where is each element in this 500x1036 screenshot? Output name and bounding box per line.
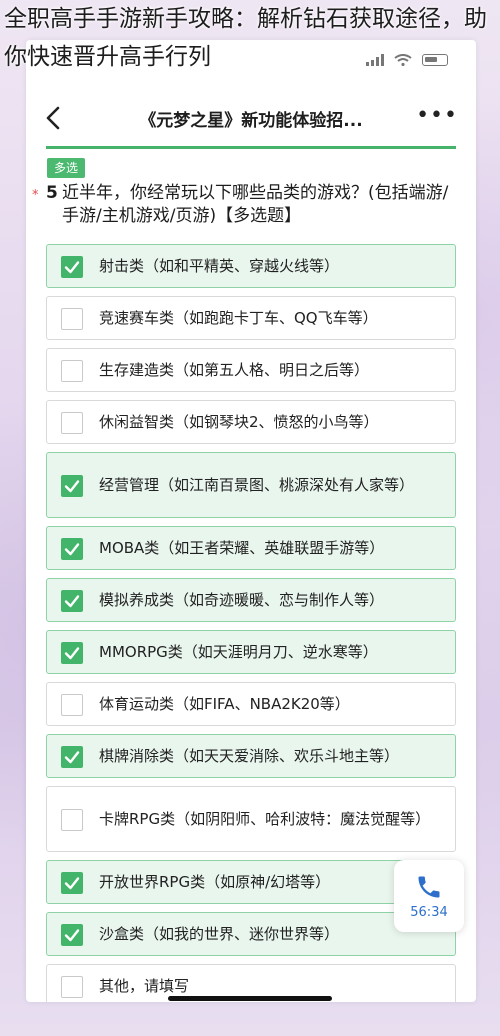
option-label: 休闲益智类（如钢琴块2、愤怒的小鸟等） xyxy=(99,413,379,431)
phone-screen: 《元梦之星》新功能体验招... ••• 多选 * 5 近半年，你经常玩以下哪些品… xyxy=(26,40,476,1002)
option-label: 生存建造类（如第五人格、明日之后等） xyxy=(99,361,370,379)
checkbox-checked[interactable] xyxy=(61,642,83,664)
option-row[interactable]: 经营管理（如江南百景图、桃源深处有人家等） xyxy=(46,452,456,518)
question-number: 5 xyxy=(46,183,58,203)
checkbox-checked[interactable] xyxy=(61,924,83,946)
required-mark: * xyxy=(32,188,39,203)
option-row[interactable]: MMORPG类（如天涯明月刀、逆水寒等） xyxy=(46,630,456,674)
checkbox-checked[interactable] xyxy=(61,475,83,497)
option-label: 射击类（如和平精英、穿越火线等） xyxy=(99,257,340,275)
option-row[interactable]: 竞速赛车类（如跑跑卡丁车、QQ飞车等） xyxy=(46,296,456,340)
checkmark-icon xyxy=(64,595,80,608)
home-indicator xyxy=(168,996,332,1001)
option-label: 经营管理（如江南百景图、桃源深处有人家等） xyxy=(99,476,415,494)
call-widget[interactable]: 56:34 xyxy=(394,860,464,932)
checkbox-checked[interactable] xyxy=(61,590,83,612)
multi-select-tag: 多选 xyxy=(47,158,85,178)
navigation-bar: 《元梦之星》新功能体验招... ••• xyxy=(26,94,476,142)
checkmark-icon xyxy=(64,261,80,274)
phone-icon xyxy=(418,876,440,897)
page-title: 《元梦之星》新功能体验招... xyxy=(139,110,363,131)
option-row[interactable]: 生存建造类（如第五人格、明日之后等） xyxy=(46,348,456,392)
option-label: 竞速赛车类（如跑跑卡丁车、QQ飞车等） xyxy=(99,309,378,327)
question-header: * 5 近半年，你经常玩以下哪些品类的游戏？(包括端游/手游/主机游戏/页游)【… xyxy=(32,182,452,228)
checkbox-checked[interactable] xyxy=(61,746,83,768)
progress-bar xyxy=(46,146,456,149)
checkbox-unchecked[interactable] xyxy=(61,694,83,716)
option-label: MOBA类（如王者荣耀、英雄联盟手游等） xyxy=(99,539,385,557)
option-label: 卡牌RPG类（如阴阳师、哈利波特：魔法觉醒等） xyxy=(99,810,431,828)
option-row[interactable]: 体育运动类（如FIFA、NBA2K20等） xyxy=(46,682,456,726)
option-label: 沙盒类（如我的世界、迷你世界等） xyxy=(99,925,340,943)
option-row[interactable]: MOBA类（如王者荣耀、英雄联盟手游等） xyxy=(46,526,456,570)
page-caption: 全职高手手游新手攻略：解析钻石获取途径，助你快速晋升高手行列 xyxy=(4,6,487,70)
option-label: 棋牌消除类（如天天爱消除、欢乐斗地主等） xyxy=(99,747,400,765)
checkbox-unchecked[interactable] xyxy=(61,360,83,382)
checkmark-icon xyxy=(64,751,80,764)
option-row[interactable]: 模拟养成类（如奇迹暖暖、恋与制作人等） xyxy=(46,578,456,622)
checkbox-checked[interactable] xyxy=(61,872,83,894)
option-label: 模拟养成类（如奇迹暖暖、恋与制作人等） xyxy=(99,591,385,609)
option-label: MMORPG类（如天涯明月刀、逆水寒等） xyxy=(99,643,378,661)
option-label: 其他，请填写 xyxy=(99,977,190,995)
checkbox-checked[interactable] xyxy=(61,538,83,560)
option-row[interactable]: 卡牌RPG类（如阴阳师、哈利波特：魔法觉醒等） xyxy=(46,786,456,852)
checkbox-unchecked[interactable] xyxy=(61,809,83,831)
checkmark-icon xyxy=(64,929,80,942)
more-options-icon[interactable]: ••• xyxy=(416,105,458,127)
call-duration: 56:34 xyxy=(410,904,448,920)
checkmark-icon xyxy=(64,543,80,556)
option-row[interactable]: 射击类（如和平精英、穿越火线等） xyxy=(46,244,456,288)
question-text: 近半年，你经常玩以下哪些品类的游戏？(包括端游/手游/主机游戏/页游)【多选题】 xyxy=(62,183,449,226)
option-row[interactable]: 棋牌消除类（如天天爱消除、欢乐斗地主等） xyxy=(46,734,456,778)
checkbox-checked[interactable] xyxy=(61,256,83,278)
checkbox-unchecked[interactable] xyxy=(61,976,83,998)
option-row[interactable]: 休闲益智类（如钢琴块2、愤怒的小鸟等） xyxy=(46,400,456,444)
checkmark-icon xyxy=(64,877,80,890)
checkmark-icon xyxy=(64,480,80,493)
checkbox-unchecked[interactable] xyxy=(61,412,83,434)
checkmark-icon xyxy=(64,647,80,660)
checkbox-unchecked[interactable] xyxy=(61,308,83,330)
option-label: 开放世界RPG类（如原神/幻塔等） xyxy=(99,873,331,891)
option-label: 体育运动类（如FIFA、NBA2K20等） xyxy=(99,695,350,713)
